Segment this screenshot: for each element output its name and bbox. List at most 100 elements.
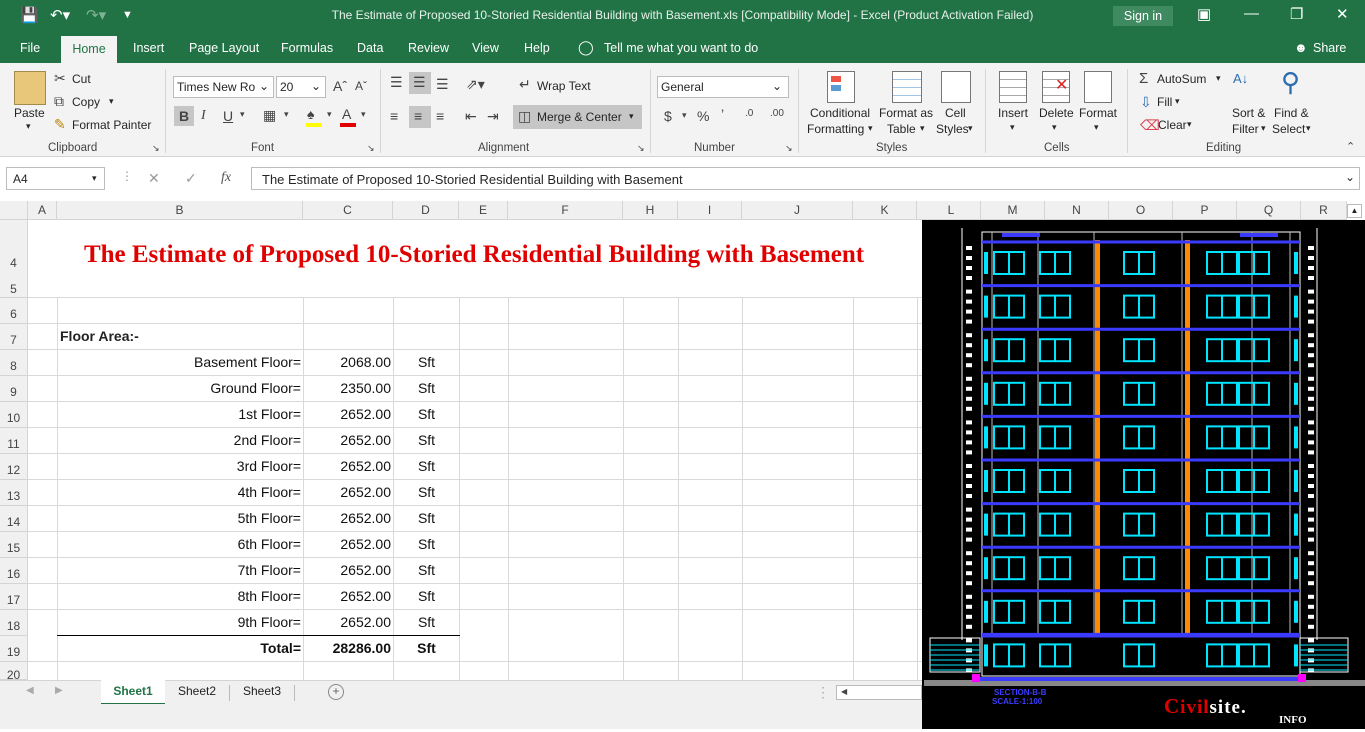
font-color-icon[interactable]: A bbox=[342, 107, 351, 121]
column-header[interactable]: J bbox=[742, 201, 853, 220]
column-header[interactable]: N bbox=[1045, 201, 1109, 220]
align-top-icon[interactable]: ☰ bbox=[390, 75, 403, 89]
column-header[interactable]: P bbox=[1173, 201, 1237, 220]
font-color-dropdown-icon[interactable]: ▾ bbox=[361, 110, 366, 119]
tab-view[interactable]: View bbox=[472, 41, 499, 55]
align-middle-button[interactable]: ☰ bbox=[409, 72, 431, 94]
row-header[interactable]: 10 bbox=[0, 402, 28, 428]
total-label[interactable]: Total= bbox=[58, 640, 301, 656]
floor-value[interactable]: 2652.00 bbox=[304, 562, 391, 578]
scroll-left-icon[interactable]: ◀ bbox=[841, 688, 847, 696]
dialog-launcher-icon[interactable]: ↘ bbox=[367, 144, 375, 153]
column-header[interactable]: H bbox=[623, 201, 678, 220]
tab-help[interactable]: Help bbox=[524, 41, 550, 55]
underline-button[interactable]: U bbox=[223, 109, 233, 123]
enter-icon[interactable]: ✓ bbox=[185, 171, 197, 185]
sheet-tab-active[interactable]: Sheet1 bbox=[101, 680, 165, 705]
floor-value[interactable]: 2652.00 bbox=[304, 484, 391, 500]
sheet-tab[interactable]: Sheet2 bbox=[166, 684, 228, 698]
sheet-tab[interactable]: Sheet3 bbox=[230, 684, 294, 698]
formula-input[interactable]: The Estimate of Proposed 10-Storied Resi… bbox=[251, 167, 1360, 190]
floor-unit[interactable]: Sft bbox=[394, 380, 459, 396]
wrap-text-button[interactable]: Wrap Text bbox=[537, 79, 591, 93]
increase-decimal-icon[interactable]: .0 bbox=[745, 109, 753, 119]
tab-formulas[interactable]: Formulas bbox=[281, 41, 333, 55]
tab-home[interactable]: Home bbox=[61, 36, 117, 63]
scroll-up-icon[interactable]: ▲ bbox=[1347, 204, 1362, 218]
tab-page-layout[interactable]: Page Layout bbox=[189, 41, 259, 55]
row-header[interactable]: 11 bbox=[0, 428, 28, 454]
floor-unit[interactable]: Sft bbox=[394, 588, 459, 604]
increase-font-icon[interactable]: Aˆ bbox=[333, 79, 347, 93]
italic-button[interactable]: I bbox=[201, 109, 206, 123]
floor-label[interactable]: 5th Floor= bbox=[58, 510, 301, 526]
cut-button[interactable]: Cut bbox=[72, 72, 91, 86]
total-value[interactable]: 28286.00 bbox=[304, 640, 391, 656]
cell-styles-button[interactable]: Cell bbox=[945, 106, 966, 120]
column-header[interactable]: C bbox=[303, 201, 393, 220]
column-header[interactable]: E bbox=[459, 201, 508, 220]
autosum-button[interactable]: AutoSum bbox=[1157, 72, 1206, 86]
floor-value[interactable]: 2652.00 bbox=[304, 432, 391, 448]
sign-in-button[interactable]: Sign in bbox=[1113, 6, 1173, 26]
percent-icon[interactable]: % bbox=[697, 109, 709, 123]
row-header[interactable]: 6 bbox=[0, 298, 28, 324]
conditional-formatting-button[interactable]: Conditional bbox=[810, 106, 870, 120]
column-header[interactable]: I bbox=[678, 201, 742, 220]
format-as-table-button[interactable]: Format as bbox=[879, 106, 933, 120]
prev-sheet-icon[interactable]: ◀ bbox=[26, 686, 34, 696]
insert-button[interactable]: Insert bbox=[998, 106, 1028, 120]
select-all-corner[interactable] bbox=[0, 201, 28, 220]
clear-button[interactable]: Clear bbox=[1158, 118, 1187, 132]
floor-label[interactable]: Ground Floor= bbox=[58, 380, 301, 396]
row-header[interactable]: 16 bbox=[0, 558, 28, 584]
floor-value[interactable]: 2652.00 bbox=[304, 510, 391, 526]
add-sheet-icon[interactable]: + bbox=[328, 684, 344, 700]
currency-icon[interactable]: $ bbox=[664, 109, 672, 123]
floor-unit[interactable]: Sft bbox=[394, 562, 459, 578]
orientation-icon[interactable]: ⇗▾ bbox=[466, 77, 485, 91]
align-center-button[interactable]: ≡ bbox=[409, 106, 431, 128]
align-bottom-icon[interactable]: ☰ bbox=[436, 77, 449, 91]
row-header[interactable]: 9 bbox=[0, 376, 28, 402]
decrease-font-icon[interactable]: Aˇ bbox=[355, 80, 367, 92]
paste-dropdown-icon[interactable]: ▾ bbox=[26, 121, 31, 132]
row-header[interactable]: 8 bbox=[0, 350, 28, 376]
share-icon[interactable]: ☻ bbox=[1294, 40, 1308, 55]
number-format-box[interactable]: General ⌄ bbox=[657, 76, 789, 98]
row-header[interactable]: 20 bbox=[0, 662, 28, 680]
currency-dropdown-icon[interactable]: ▾ bbox=[682, 111, 687, 120]
restore-icon[interactable]: ❐ bbox=[1290, 5, 1303, 23]
dialog-launcher-icon[interactable]: ↘ bbox=[152, 144, 160, 153]
column-header[interactable]: Q bbox=[1237, 201, 1301, 220]
decrease-indent-icon[interactable]: ⇤ bbox=[465, 109, 477, 123]
column-header[interactable]: F bbox=[508, 201, 623, 220]
decrease-decimal-icon[interactable]: .00 bbox=[770, 109, 784, 119]
floor-label[interactable]: 2nd Floor= bbox=[58, 432, 301, 448]
dialog-launcher-icon[interactable]: ↘ bbox=[637, 144, 645, 153]
font-size-box[interactable]: 20 ⌄ bbox=[276, 76, 326, 98]
floor-label[interactable]: 8th Floor= bbox=[58, 588, 301, 604]
fill-dropdown-icon[interactable]: ▾ bbox=[327, 110, 332, 119]
ribbon-display-icon[interactable]: ▣ bbox=[1197, 5, 1211, 23]
floor-label[interactable]: 1st Floor= bbox=[58, 406, 301, 422]
row-header[interactable]: 17 bbox=[0, 584, 28, 610]
floor-area-heading[interactable]: Floor Area:- bbox=[60, 328, 139, 344]
align-right-icon[interactable]: ≡ bbox=[436, 109, 444, 123]
floor-label[interactable]: Basement Floor= bbox=[58, 354, 301, 370]
paste-icon[interactable] bbox=[14, 71, 46, 105]
floor-label[interactable]: 3rd Floor= bbox=[58, 458, 301, 474]
column-header[interactable]: A bbox=[28, 201, 57, 220]
tab-data[interactable]: Data bbox=[357, 41, 383, 55]
name-box[interactable]: A4 ▾ bbox=[6, 167, 105, 190]
tab-review[interactable]: Review bbox=[408, 41, 449, 55]
minimize-icon[interactable]: — bbox=[1244, 5, 1259, 22]
floor-label[interactable]: 4th Floor= bbox=[58, 484, 301, 500]
floor-value[interactable]: 2068.00 bbox=[304, 354, 391, 370]
row-header[interactable]: 12 bbox=[0, 454, 28, 480]
floor-value[interactable]: 2652.00 bbox=[304, 614, 391, 630]
align-left-icon[interactable]: ≡ bbox=[390, 109, 398, 123]
underline-dropdown-icon[interactable]: ▾ bbox=[240, 110, 245, 119]
close-icon[interactable]: ✕ bbox=[1336, 5, 1349, 23]
row-header[interactable]: 14 bbox=[0, 506, 28, 532]
